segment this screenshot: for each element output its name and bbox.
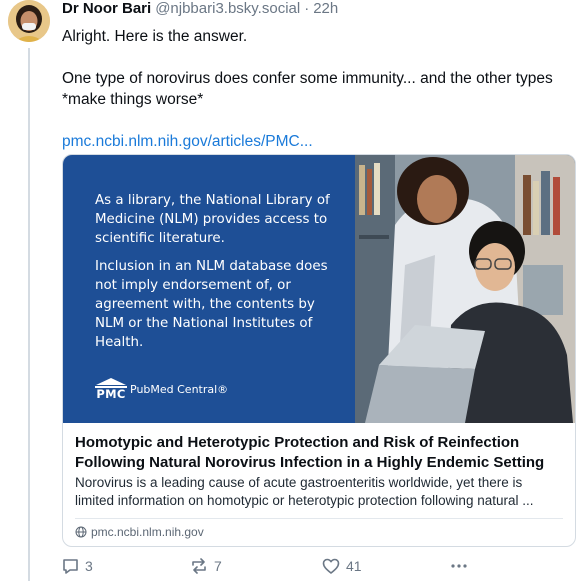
author-display-name[interactable]: Dr Noor Bari <box>62 0 151 17</box>
post-header: Dr Noor Bari @njbbari3.bsky.social · 22h <box>62 0 578 22</box>
more-icon <box>451 564 467 568</box>
card-photo <box>355 155 575 423</box>
more-options-button[interactable] <box>450 563 474 569</box>
thread-line <box>28 48 30 581</box>
post-actions: 3 7 41 <box>62 556 578 576</box>
pmc-logo: PMC PubMed Central® <box>95 377 228 401</box>
like-icon <box>322 558 340 574</box>
card-image-paragraph-1: As a library, the National Library of Me… <box>95 193 330 246</box>
separator-dot: · <box>304 0 310 17</box>
card-domain-text: pmc.ncbi.nlm.nih.gov <box>91 525 204 539</box>
repost-button[interactable]: 7 <box>190 558 222 574</box>
card-divider <box>75 518 563 519</box>
card-domain: pmc.ncbi.nlm.nih.gov <box>75 525 563 539</box>
avatar[interactable] <box>8 0 50 42</box>
like-button[interactable]: 41 <box>322 558 362 574</box>
post-text-paragraph-1: Alright. Here is the answer. <box>62 28 248 45</box>
pmc-badge-icon: PMC <box>95 377 127 401</box>
pmc-logo-letters: PMC <box>95 386 127 401</box>
repost-icon <box>192 558 206 574</box>
card-image-text: As a library, the National Library of Me… <box>95 191 335 352</box>
card-description-line-2: limited information on homotypic or hete… <box>75 493 534 508</box>
post-text-paragraph-2: One type of norovirus does confer some i… <box>62 70 553 108</box>
post: Dr Noor Bari @njbbari3.bsky.social · 22h… <box>62 0 578 574</box>
reply-count: 3 <box>85 558 93 574</box>
globe-icon <box>75 526 87 538</box>
post-timestamp[interactable]: 22h <box>313 0 338 17</box>
card-image: As a library, the National Library of Me… <box>63 155 575 423</box>
card-image-paragraph-2: Inclusion in an NLM database does not im… <box>95 259 328 350</box>
like-count: 41 <box>346 558 362 574</box>
repost-count: 7 <box>214 558 222 574</box>
card-text: Homotypic and Heterotypic Protection and… <box>63 423 575 539</box>
link-preview-card[interactable]: As a library, the National Library of Me… <box>62 154 576 547</box>
card-title[interactable]: Homotypic and Heterotypic Protection and… <box>75 433 563 473</box>
card-description-line-1: Norovirus is a leading cause of acute ga… <box>75 475 523 490</box>
author-handle[interactable]: @njbbari3.bsky.social <box>155 0 300 17</box>
reply-icon <box>63 559 78 574</box>
post-link[interactable]: pmc.ncbi.nlm.nih.gov/articles/PMC... <box>62 131 578 152</box>
pmc-logo-name: PubMed Central® <box>130 382 229 396</box>
reply-button[interactable]: 3 <box>62 558 93 574</box>
avatar-image <box>8 0 50 42</box>
